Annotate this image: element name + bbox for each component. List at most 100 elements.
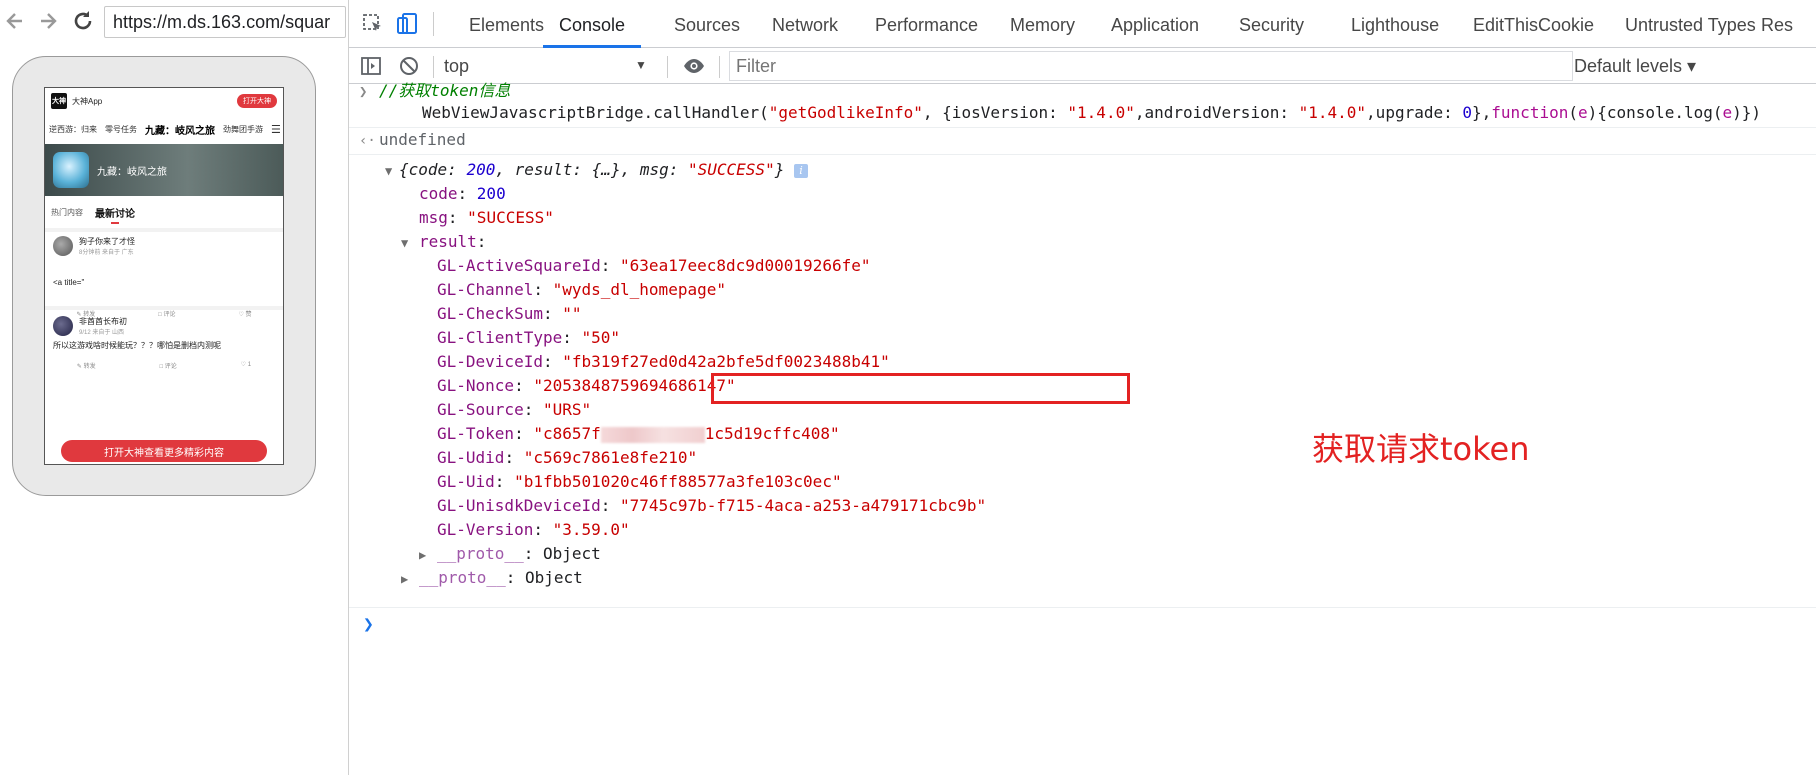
prop-key: GL-Token xyxy=(437,424,515,443)
post-author: 狗子你来了才怪 8分钟前 来自于 广东 xyxy=(45,236,283,256)
proto-key: __proto__ xyxy=(419,568,506,587)
url-input[interactable]: https://m.ds.163.com/squar xyxy=(104,6,346,38)
expand-triangle-icon[interactable]: ▼ xyxy=(401,230,408,254)
context-selector[interactable]: top xyxy=(444,52,619,80)
expand-triangle-icon[interactable]: ▶ xyxy=(419,542,426,566)
device-toolbar-icon[interactable] xyxy=(393,10,421,38)
prop-value: "c569c7861e8fe210" xyxy=(523,448,698,467)
expand-triangle-icon[interactable]: ▶ xyxy=(401,566,408,590)
menu-icon[interactable]: ☰ xyxy=(271,123,281,136)
clear-console-icon[interactable] xyxy=(395,52,423,80)
result-entry: GL-Version: "3.59.0" xyxy=(437,520,630,539)
prop-key: GL-DeviceId xyxy=(437,352,543,371)
share-button[interactable]: ✎ 转发 xyxy=(77,361,96,370)
result-entry: GL-Source: "URS" xyxy=(437,400,592,419)
tab-lighthouse[interactable]: Lighthouse xyxy=(1351,0,1439,48)
code-token: e xyxy=(1722,103,1733,122)
post-card[interactable]: 非酋酋长布初 9/12 来自于 山西 所以这游戏啥时候能玩？？？哪怕是删档内测呢… xyxy=(45,316,283,370)
like-label: 1 xyxy=(247,362,252,368)
prop-value: "wyds_dl_homepage" xyxy=(552,280,726,299)
game-avatar-icon xyxy=(53,152,89,188)
command-comment: //获取token信息 xyxy=(379,81,511,100)
code-token: }, xyxy=(1472,103,1492,122)
prop-value: "b1fbb501020c46ff88577a3fe103c0ec" xyxy=(514,472,842,491)
author-name[interactable]: 非酋酋长布初 xyxy=(79,316,127,327)
prop-msg: msg: "SUCCESS" xyxy=(419,208,554,227)
prop-key: GL-Channel xyxy=(437,280,534,299)
tab-security[interactable]: Security xyxy=(1239,0,1304,48)
prop-key: GL-ClientType xyxy=(437,328,563,347)
input-prompt-icon: ❯ xyxy=(359,84,368,100)
tab-elements[interactable]: Elements xyxy=(469,0,544,48)
toolbar-divider xyxy=(667,56,668,78)
log-levels-dropdown[interactable]: Default levels ▾ xyxy=(1574,52,1696,80)
game-tab-active[interactable]: 九藏：岐风之旅 xyxy=(145,122,215,137)
code-token: )}) xyxy=(1732,103,1762,122)
content-subtabs: 热门内容 最新讨论 xyxy=(45,202,283,224)
open-app-button[interactable]: 打开大神 xyxy=(237,94,277,108)
result-entry: GL-ActiveSquareId: "63ea17eec8dc9d000192… xyxy=(437,256,871,275)
tab-editthiscookie[interactable]: EditThisCookie xyxy=(1473,0,1594,48)
share-label: 转发 xyxy=(83,364,96,370)
post-text: 所以这游戏啥时候能玩？？？哪怕是删档内测呢 xyxy=(53,341,221,350)
eye-icon[interactable] xyxy=(680,52,708,80)
expand-triangle-icon[interactable]: ▼ xyxy=(385,158,392,182)
token-highlight-box xyxy=(711,373,1130,404)
avatar[interactable] xyxy=(53,236,73,256)
phone-screen: 大神 大神App 打开大神 逆西游：归来 零号任务 九藏：岐风之旅 劲舞团手游 … xyxy=(44,87,284,465)
console-toolbar: top ▼ Filter Default levels ▾ xyxy=(349,48,1816,84)
summary-token: , result: {…}, msg: xyxy=(495,160,688,179)
app-header: 大神 大神App 打开大神 xyxy=(45,88,283,114)
prop-key: result xyxy=(419,232,477,251)
proto-value: Object xyxy=(542,544,601,563)
tab-performance[interactable]: Performance xyxy=(875,0,978,48)
subtab-latest[interactable]: 最新讨论 xyxy=(95,205,135,224)
subtab-hot[interactable]: 热门内容 xyxy=(51,207,83,218)
tab-memory[interactable]: Memory xyxy=(1010,0,1075,48)
tab-sources[interactable]: Sources xyxy=(674,0,740,48)
prop-value: "3.59.0" xyxy=(552,520,630,539)
tab-untrusted-types[interactable]: Untrusted Types xyxy=(1625,0,1756,48)
result-entry: GL-CheckSum: "" xyxy=(437,304,582,323)
comment-label: 评论 xyxy=(164,364,177,370)
sidebar-toggle-icon[interactable] xyxy=(357,52,385,80)
back-arrow-icon[interactable] xyxy=(0,6,30,36)
author-name[interactable]: 狗子你来了才怪 xyxy=(79,236,135,247)
prop-key: code xyxy=(419,184,458,203)
prop-key: GL-Uid xyxy=(437,472,495,491)
comment-button[interactable]: □ 评论 xyxy=(160,361,177,370)
game-banner[interactable]: 九藏：岐风之旅 xyxy=(45,144,283,196)
proto-entry[interactable]: __proto__: Object xyxy=(437,542,601,566)
avatar[interactable] xyxy=(53,316,73,336)
prop-result[interactable]: result: xyxy=(419,230,486,254)
proto-entry[interactable]: __proto__: Object xyxy=(419,566,583,590)
divider xyxy=(45,306,283,310)
game-tab[interactable]: 逆西游：归来 xyxy=(49,124,97,135)
prop-key: msg xyxy=(419,208,448,227)
result-entry: GL-ClientType: "50" xyxy=(437,328,621,347)
chevron-down-icon[interactable]: ▼ xyxy=(635,58,647,72)
tab-application[interactable]: Application xyxy=(1111,0,1199,48)
devtools-tabbar: Elements Console Sources Network Perform… xyxy=(349,0,1816,48)
post-text: <a title=" xyxy=(53,278,85,287)
token-value-end: 1c5d19cffc408" xyxy=(704,424,840,443)
prop-key: GL-Udid xyxy=(437,448,505,467)
toolbar-divider xyxy=(719,56,720,78)
return-arrow-icon: ‹· xyxy=(359,133,376,149)
object-summary[interactable]: {code: 200, result: {…}, msg: "SUCCESS"}… xyxy=(399,158,808,182)
tab-network[interactable]: Network xyxy=(772,0,838,48)
tab-console[interactable]: Console xyxy=(543,0,642,48)
prop-key: GL-Version xyxy=(437,520,534,539)
tab-resources[interactable]: Res xyxy=(1761,0,1793,48)
like-button[interactable]: ♡ 1 xyxy=(241,361,251,370)
filter-input[interactable]: Filter xyxy=(729,51,1573,81)
console-input-prompt[interactable]: ❯ xyxy=(363,614,374,635)
open-app-cta-button[interactable]: 打开大神查看更多精彩内容 xyxy=(61,440,267,462)
prop-key: GL-Source xyxy=(437,400,524,419)
info-icon[interactable]: i xyxy=(793,163,808,178)
inspect-element-icon[interactable] xyxy=(359,10,387,38)
reload-icon[interactable] xyxy=(68,6,98,36)
forward-arrow-icon[interactable] xyxy=(33,6,63,36)
game-tab[interactable]: 劲舞团手游 xyxy=(223,124,263,135)
game-tab[interactable]: 零号任务 xyxy=(105,124,137,135)
